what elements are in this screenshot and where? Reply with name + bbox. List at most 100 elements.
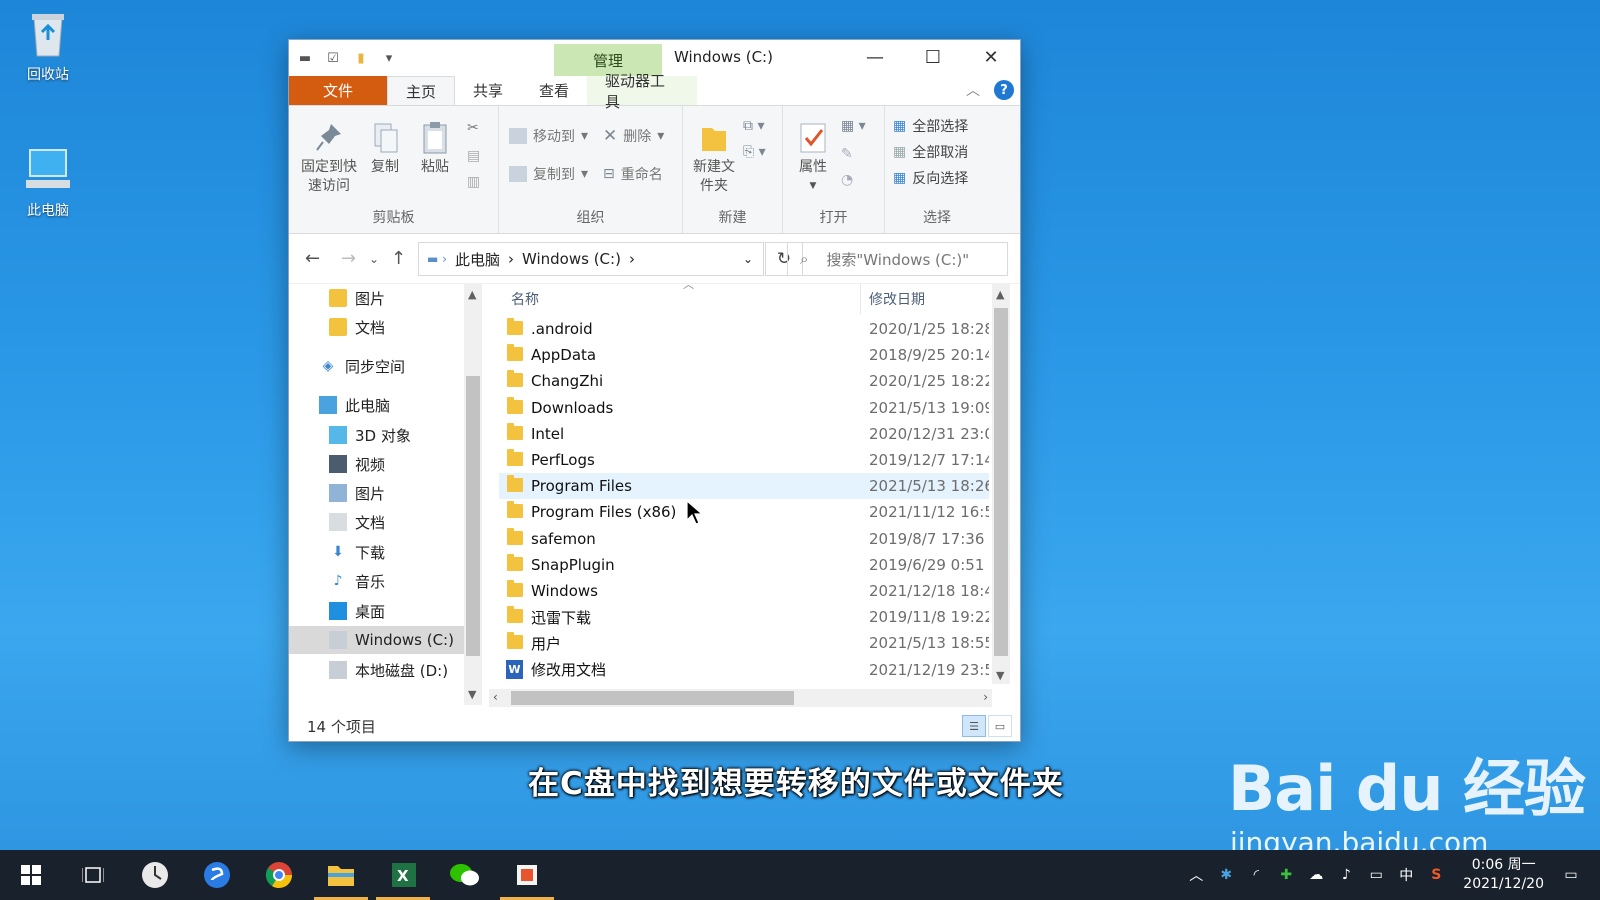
tab-file[interactable]: 文件 (289, 76, 387, 105)
nav-item[interactable]: 图片 (289, 479, 464, 507)
sogou-browser-icon[interactable] (186, 850, 248, 900)
nav-item[interactable]: 图片 (289, 284, 464, 312)
help-icon[interactable]: ? (994, 80, 1014, 100)
onedrive-icon[interactable]: ☁ (1301, 867, 1331, 883)
invert-selection-button[interactable]: ▦ 反向选择 (893, 168, 968, 188)
scroll-up-icon[interactable]: ▲ (468, 288, 476, 301)
tab-home[interactable]: 主页 (387, 76, 456, 105)
nav-item[interactable]: 此电脑 (289, 391, 464, 419)
battery-icon[interactable]: ▭ (1361, 867, 1391, 883)
scroll-down-icon[interactable]: ▼ (468, 688, 476, 701)
file-row[interactable]: Intel 2020/12/31 23:0 (499, 421, 989, 447)
column-header-modified[interactable]: 修改日期 (869, 284, 989, 314)
desktop-icon-recycle-bin[interactable]: 回收站 (8, 8, 88, 84)
file-row[interactable]: Downloads 2021/5/13 19:09 (499, 395, 989, 421)
horizontal-scroll-thumb[interactable] (511, 691, 794, 705)
file-row[interactable]: AppData 2018/9/25 20:14 (499, 342, 989, 368)
select-all-button[interactable]: ▦ 全部选择 (893, 116, 968, 136)
nav-scroll-thumb[interactable] (466, 376, 480, 656)
nav-item[interactable]: 3D 对象 (289, 421, 464, 449)
copy-path-icon[interactable]: ▤ (467, 148, 480, 164)
recent-locations-icon[interactable]: ⌄ (369, 252, 379, 266)
search-input[interactable]: ⌕ 搜索"Windows (C:)" (787, 242, 1008, 276)
horizontal-scrollbar[interactable]: ‹ › (489, 689, 992, 707)
select-none-button[interactable]: ▦ 全部取消 (893, 142, 968, 162)
collapse-ribbon-icon[interactable]: ︿ (966, 80, 980, 100)
show-hidden-icons-icon[interactable]: ︿ (1181, 865, 1211, 885)
file-row[interactable]: SnapPlugin 2019/6/29 0:51 (499, 552, 989, 578)
history-icon[interactable]: ◔ (841, 172, 853, 188)
up-arrow-icon[interactable]: ↑ (391, 248, 406, 269)
back-arrow-icon[interactable]: ← (305, 248, 320, 269)
qat-dropdown-icon[interactable]: ▾ (379, 48, 399, 68)
file-row[interactable]: 用户 2021/5/13 18:55 (499, 630, 989, 656)
scroll-down-icon[interactable]: ▼ (996, 669, 1004, 682)
paste-button[interactable]: 粘贴 (415, 120, 455, 177)
large-icons-view-icon[interactable]: ▭ (988, 715, 1012, 737)
file-row[interactable]: Windows 2021/12/18 18:4 (499, 578, 989, 604)
office-icon[interactable] (496, 850, 558, 900)
file-row[interactable]: .android 2020/1/25 18:28 (499, 316, 989, 342)
maximize-icon[interactable]: ☐ (904, 40, 962, 74)
address-bar[interactable]: ▬ › 此电脑 › Windows (C:) › ⌄ (418, 242, 764, 276)
copy-to-button[interactable]: 复制到 ▾ (509, 164, 588, 184)
properties-check-icon[interactable]: ☑ (323, 48, 343, 68)
ime-indicator[interactable]: 中 (1391, 865, 1421, 885)
volume-icon[interactable]: ♪ (1331, 867, 1361, 883)
file-row[interactable]: safemon 2019/8/7 17:36 (499, 526, 989, 552)
details-view-icon[interactable]: ☰ (962, 715, 986, 737)
tab-view[interactable]: 查看 (521, 76, 587, 105)
task-view-icon[interactable] (62, 850, 124, 900)
sogou-ime-icon[interactable]: S (1421, 867, 1451, 883)
address-dropdown-icon[interactable]: ⌄ (743, 252, 753, 266)
rename-button[interactable]: ⊟ 重命名 (603, 164, 663, 184)
properties-dropdown-icon[interactable]: ▼ (793, 177, 833, 196)
excel-icon[interactable]: X (372, 850, 434, 900)
column-header-name[interactable]: 名称 ︿ (511, 284, 861, 314)
file-list-scroll-thumb[interactable] (994, 308, 1008, 656)
security-app-icon[interactable]: ✚ (1271, 867, 1301, 883)
breadcrumb-drive-c[interactable]: Windows (C:) (522, 250, 621, 268)
new-item-icon[interactable]: ⧉ ▾ (743, 118, 764, 134)
file-row[interactable]: W 修改用文档 2021/12/19 23:5 (499, 657, 989, 683)
nav-item[interactable]: 本地磁盘 (D:) (289, 656, 464, 684)
file-explorer-icon[interactable] (310, 850, 372, 900)
nav-item[interactable]: Windows (C:) (289, 626, 464, 654)
tab-share[interactable]: 共享 (455, 76, 521, 105)
nav-item[interactable]: ◈ 同步空间 (289, 352, 464, 380)
close-icon[interactable]: ✕ (962, 40, 1020, 74)
copy-button[interactable]: 复制 (365, 120, 405, 177)
nav-item[interactable]: ♪ 音乐 (289, 567, 464, 595)
nav-item[interactable]: ⬇ 下载 (289, 538, 464, 566)
easy-access-icon[interactable]: ⎘ ▾ (743, 144, 766, 160)
start-icon[interactable] (0, 850, 62, 900)
cut-icon[interactable]: ✂ (467, 120, 479, 136)
file-list-scrollbar[interactable]: ▲ ▼ (992, 284, 1010, 684)
file-row[interactable]: 迅雷下载 2019/11/8 19:22 (499, 604, 989, 630)
nav-item[interactable]: 文档 (289, 313, 464, 341)
paste-shortcut-icon[interactable]: ▥ (467, 174, 480, 190)
desktop-icon-this-pc[interactable]: 此电脑 (8, 144, 88, 220)
nav-item[interactable]: 文档 (289, 508, 464, 536)
nav-item[interactable]: 视频 (289, 450, 464, 478)
nav-scrollbar[interactable]: ▲ ▼ (464, 284, 482, 705)
pin-quick-access-button[interactable]: 固定到快速访问 (297, 120, 361, 196)
nav-item[interactable]: 桌面 (289, 597, 464, 625)
breadcrumb-this-pc[interactable]: 此电脑 (455, 249, 500, 270)
chrome-icon[interactable] (248, 850, 310, 900)
move-to-button[interactable]: 移动到 ▾ (509, 126, 588, 146)
file-row[interactable]: PerfLogs 2019/12/7 17:14 (499, 447, 989, 473)
delete-button[interactable]: ✕ 删除 ▾ (603, 126, 664, 146)
clock-app-icon[interactable] (124, 850, 186, 900)
edit-icon[interactable]: ✎ (841, 146, 853, 162)
file-row[interactable]: ChangZhi 2020/1/25 18:22 (499, 368, 989, 394)
bluetooth-app-icon[interactable]: ✱ (1211, 867, 1241, 883)
clock[interactable]: 0:06 周一 2021/12/20 (1463, 856, 1544, 894)
minimize-icon[interactable]: — (846, 40, 904, 74)
scroll-left-icon[interactable]: ‹ (493, 690, 498, 704)
scroll-right-icon[interactable]: › (983, 690, 988, 704)
tab-drive-tools[interactable]: 驱动器工具 (587, 72, 698, 111)
scroll-up-icon[interactable]: ▲ (996, 288, 1004, 301)
file-row[interactable]: Program Files (x86) 2021/11/12 16:5 (499, 499, 989, 525)
forward-arrow-icon[interactable]: → (341, 248, 356, 269)
